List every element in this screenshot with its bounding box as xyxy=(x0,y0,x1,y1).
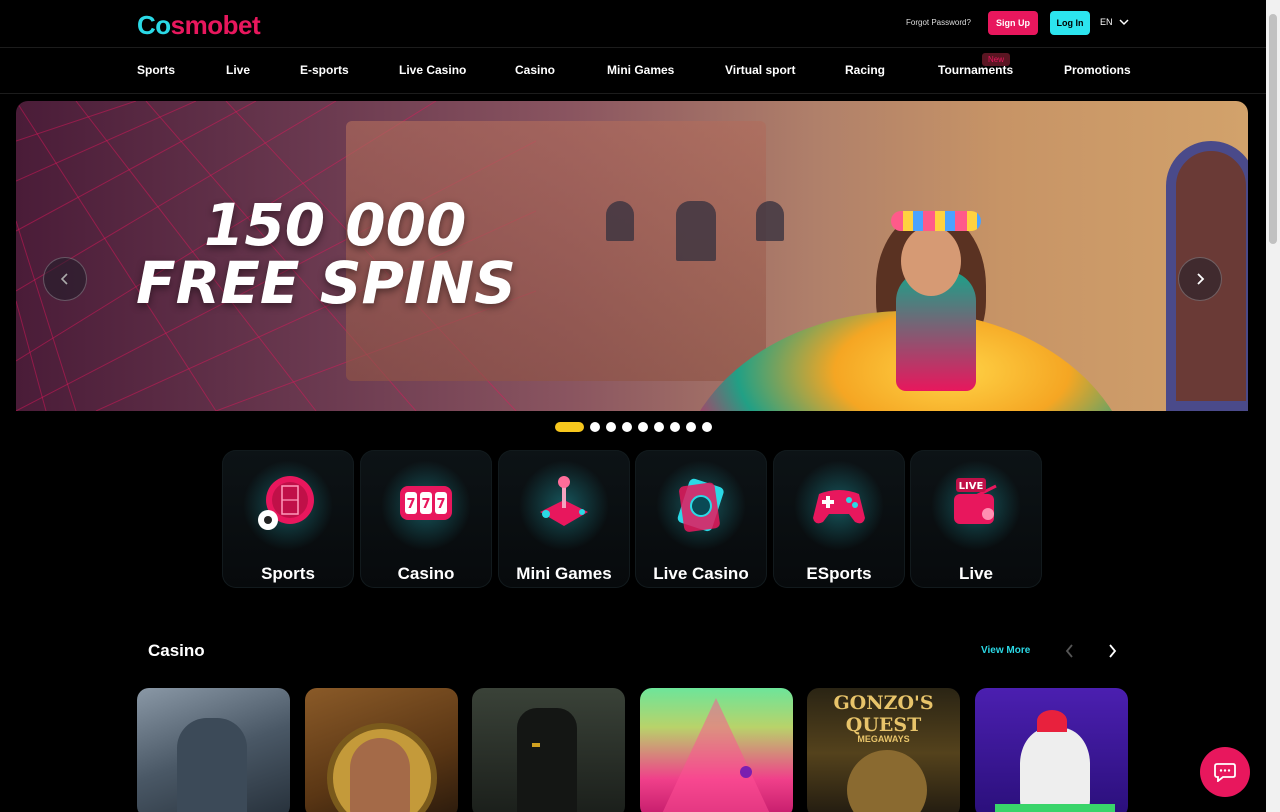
pagination-dot-active[interactable] xyxy=(555,422,584,432)
cosmobet-logo[interactable]: Cosmobet xyxy=(137,10,261,41)
new-badge: New xyxy=(982,53,1010,66)
pagination-dot[interactable] xyxy=(622,422,632,432)
chicken-game-tile[interactable] xyxy=(975,688,1128,812)
anubis-eye-art xyxy=(532,743,540,747)
nav-item-live[interactable]: Live xyxy=(226,63,250,77)
banner-headline-line2: FREE SPINS xyxy=(136,249,516,317)
log-in-button[interactable]: Log In xyxy=(1050,11,1090,35)
zeus-figure-art xyxy=(177,718,247,812)
category-tile-live[interactable]: LIVE Live xyxy=(910,450,1042,588)
nav-item-sports[interactable]: Sports xyxy=(137,63,175,77)
nav-item-esports[interactable]: E-sports xyxy=(300,63,349,77)
chat-support-button[interactable] xyxy=(1200,747,1250,797)
main-nav: Sports Live E-sports Live Casino Casino … xyxy=(0,49,1266,94)
chevron-left-icon xyxy=(60,273,68,285)
chicken-comb-art xyxy=(1037,710,1067,732)
nav-item-racing[interactable]: Racing xyxy=(845,63,885,77)
zeus-game-tile[interactable] xyxy=(137,688,290,812)
banner-pagination xyxy=(555,422,712,432)
category-tile-sports[interactable]: Sports xyxy=(222,450,354,588)
flower-crown xyxy=(891,211,981,231)
category-label: ESports xyxy=(806,564,872,583)
chicken-banner-art xyxy=(995,804,1115,812)
top-header: Cosmobet Forgot Password? Sign Up Log In… xyxy=(0,0,1266,48)
category-label: Live Casino xyxy=(653,564,749,583)
nav-item-casino[interactable]: Casino xyxy=(515,63,555,77)
category-label: Sports xyxy=(261,564,315,583)
gonzo-character-art xyxy=(847,750,927,812)
category-tile-live-casino[interactable]: Live Casino xyxy=(635,450,767,588)
chevron-down-icon xyxy=(1118,19,1129,26)
cards-chip-icon xyxy=(677,478,724,532)
svg-text:7: 7 xyxy=(406,497,415,512)
scrollbar-thumb[interactable] xyxy=(1269,14,1277,244)
svg-text:LIVE: LIVE xyxy=(959,481,984,492)
casino-prev-button[interactable] xyxy=(1060,642,1078,660)
nav-item-live-casino[interactable]: Live Casino xyxy=(399,63,466,77)
chicken-character-art xyxy=(1020,728,1090,812)
category-label: Live xyxy=(958,564,994,583)
language-selector[interactable]: EN xyxy=(1100,17,1129,27)
nav-item-virtual-sport[interactable]: Virtual sport xyxy=(725,63,795,77)
pagination-dot[interactable] xyxy=(670,422,680,432)
page-scrollbar[interactable] xyxy=(1266,0,1280,812)
gamepad-icon xyxy=(813,490,865,524)
logo-letter-c: C xyxy=(137,10,156,40)
gonzos-quest-game-tile[interactable]: GONZO'S QUEST MEGAWAYS xyxy=(807,688,960,812)
section-title-casino: Casino xyxy=(148,641,205,660)
plinko-pyramid-art xyxy=(660,698,772,812)
banner-next-button[interactable] xyxy=(1178,257,1222,301)
anubis-game-tile[interactable] xyxy=(472,688,625,812)
megaways-label: MEGAWAYS xyxy=(857,734,910,744)
logo-letter-o: o xyxy=(155,10,171,40)
nav-item-promotions[interactable]: Promotions xyxy=(1064,63,1131,77)
plinko-ball-art xyxy=(740,766,752,778)
nav-item-mini-games[interactable]: Mini Games xyxy=(607,63,674,77)
chevron-left-icon xyxy=(1065,644,1073,658)
joystick-icon xyxy=(540,476,588,526)
live-tv-icon: LIVE xyxy=(954,478,997,524)
category-tile-mini-games[interactable]: Mini Games xyxy=(498,450,630,588)
slot-machine-icon: 7 7 7 xyxy=(400,486,452,520)
hero-banner[interactable]: 150 000 FREE SPINS xyxy=(16,101,1248,411)
building-door xyxy=(676,201,716,261)
building-window xyxy=(606,201,634,241)
pagination-dot[interactable] xyxy=(590,422,600,432)
view-more-link[interactable]: View More xyxy=(981,645,1030,656)
sign-up-button[interactable]: Sign Up xyxy=(988,11,1038,35)
casino-next-button[interactable] xyxy=(1103,642,1121,660)
explorer-face-art xyxy=(350,738,410,812)
plinko-game-tile[interactable] xyxy=(640,688,793,812)
pagination-dot[interactable] xyxy=(702,422,712,432)
anubis-figure-art xyxy=(517,708,577,812)
banner-prev-button[interactable] xyxy=(43,257,87,301)
category-label: Mini Games xyxy=(516,564,612,583)
category-tile-esports[interactable]: ESports xyxy=(773,450,905,588)
pagination-dot[interactable] xyxy=(606,422,616,432)
pagination-dot[interactable] xyxy=(638,422,648,432)
chevron-right-icon xyxy=(1108,644,1116,658)
category-label: Casino xyxy=(397,564,455,583)
chevron-right-icon xyxy=(1197,273,1205,285)
language-label: EN xyxy=(1100,17,1113,27)
pagination-dot[interactable] xyxy=(686,422,696,432)
building-window xyxy=(756,201,784,241)
svg-text:7: 7 xyxy=(421,497,430,512)
svg-text:7: 7 xyxy=(436,497,445,512)
soccer-field-icon xyxy=(258,476,314,530)
banner-headline-line1: 150 000 xyxy=(204,191,467,259)
chat-bubble-icon xyxy=(1214,763,1236,782)
category-tile-casino[interactable]: 7 7 7 Casino xyxy=(360,450,492,588)
pagination-dot[interactable] xyxy=(654,422,664,432)
explorer-game-tile[interactable] xyxy=(305,688,458,812)
forgot-password-link[interactable]: Forgot Password? xyxy=(906,18,971,27)
gonzos-quest-title: GONZO'S QUEST xyxy=(833,692,934,736)
dancer-head xyxy=(901,226,961,296)
logo-text: smobet xyxy=(170,10,261,40)
